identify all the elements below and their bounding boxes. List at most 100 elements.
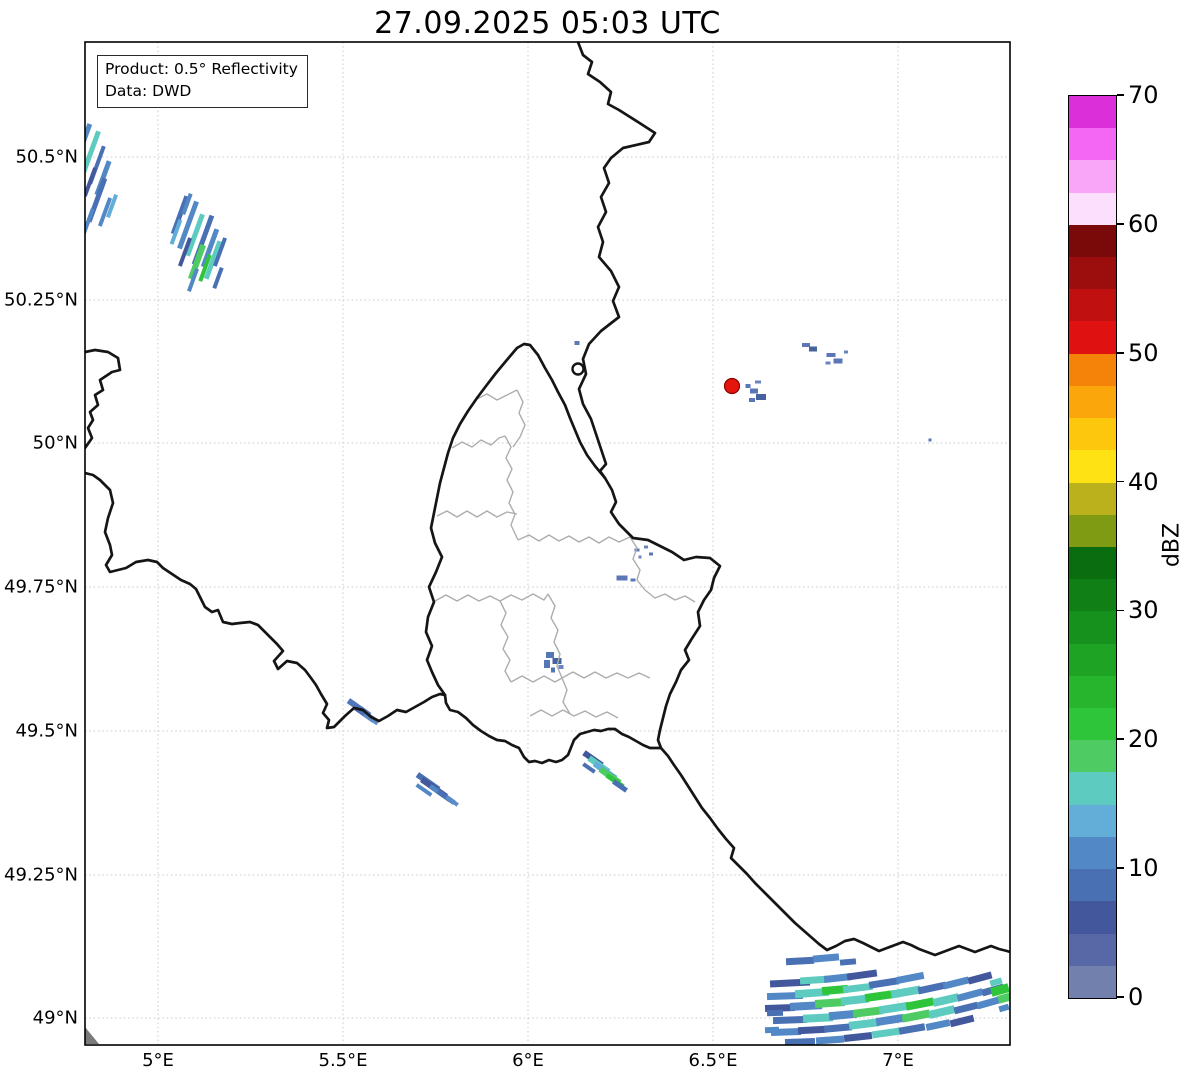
border-belgium-germany [578,42,655,478]
colorbar-segment [1069,321,1116,353]
radar-echo [954,1002,979,1015]
colorbar-segment [1069,418,1116,450]
colorbar [1068,95,1117,999]
radar-echo [827,353,836,357]
radar-echo [896,972,925,984]
radar-echo [803,1013,833,1023]
colorbar-tick-mark [1117,738,1124,740]
y-tick-label: 49.5°N [0,721,78,742]
radar-figure: { "title": "27.09.2025 05:03 UTC", "info… [0,0,1202,1081]
radar-echo [853,1006,884,1018]
radar-echo [798,1026,826,1034]
radar-echo [639,556,642,559]
radar-echo [816,1036,844,1045]
colorbar-tick-mark [1117,996,1124,998]
radar-echo [767,1010,783,1017]
colorbar-segment [1069,289,1116,321]
radar-echo [968,972,993,985]
border-luxembourg [426,344,720,763]
colorbar-segment [1069,386,1116,418]
radar-echo [957,988,984,1001]
radar-echo [765,1027,779,1033]
radar-echo [575,341,580,345]
colorbar-segment [1069,934,1116,966]
radar-echo [844,351,848,354]
radar-echo [872,1028,901,1039]
colorbar-segment [1069,772,1116,804]
radar-echo [749,398,755,402]
radar-echo [876,1014,905,1026]
radar-echo [544,660,550,668]
radar-echo [843,983,874,994]
colorbar-segment [1069,708,1116,740]
colorbar-tick-label: 50 [1128,339,1159,367]
radar-echo [212,267,223,289]
radar-echo [815,998,845,1008]
colorbar-segment [1069,901,1116,933]
x-tick-label: 6.5°E [689,1050,738,1071]
radar-echo [802,343,810,347]
radar-echo [755,381,761,384]
radar-echo-layer [76,123,1013,1046]
radar-echo [918,982,947,995]
radar-echo [553,658,562,664]
colorbar-tick-mark [1117,610,1124,612]
colorbar-segment [1069,579,1116,611]
border-france-belgium [85,350,120,448]
colorbar-segment [1069,869,1116,901]
y-tick-label: 50°N [0,433,78,454]
radar-echo [879,1002,910,1015]
radar-echo [756,394,766,400]
radar-echo [773,1016,807,1024]
colorbar-unit-label: dBZ [1160,523,1185,567]
colorbar-tick-label: 70 [1128,81,1159,109]
radar-echo [746,384,751,388]
country-borders [85,42,1010,955]
border-enclave-loop [573,364,584,375]
product-info-box: Product: 0.5° Reflectivity Data: DWD [97,55,308,108]
colorbar-tick-label: 10 [1128,854,1159,882]
radar-echo [840,958,856,965]
colorbar-segment [1069,225,1116,257]
colorbar-tick-mark [1117,352,1124,354]
y-tick-label: 49.75°N [0,577,78,598]
y-tick-label: 49.25°N [0,865,78,886]
colorbar-segment [1069,483,1116,515]
radar-echo [869,977,900,989]
radar-echo [546,652,554,658]
colorbar-segment [1069,128,1116,160]
radar-echo [551,668,555,673]
figure-title: 27.09.2025 05:03 UTC [85,6,1010,41]
radar-echo [809,347,817,352]
colorbar-segment [1069,257,1116,289]
radar-echo [998,1004,1009,1013]
colorbar-segment [1069,644,1116,676]
colorbar-segment [1069,450,1116,482]
colorbar-tick-label: 60 [1128,210,1159,238]
colorbar-segment [1069,837,1116,869]
x-tick-label: 6°E [512,1050,544,1071]
x-tick-label: 5°E [142,1050,174,1071]
product-info-line1: Product: 0.5° Reflectivity [105,58,298,80]
radar-echo [929,439,932,442]
colorbar-segment [1069,966,1116,998]
radar-echo [559,665,564,669]
radar-echo [928,1005,955,1019]
y-tick-label: 50.25°N [0,290,78,311]
product-info-line2: Data: DWD [105,80,298,102]
radar-echo [617,576,628,581]
colorbar-segment [1069,515,1116,547]
radar-echo [943,976,970,989]
radar-echo [826,362,831,365]
radar-echo [901,1009,930,1022]
radar-echo [926,1019,951,1031]
radar-echo [899,1023,926,1034]
y-tick-label: 49°N [0,1008,78,1029]
radar-echo [905,997,934,1010]
y-tick-label: 50.5°N [0,147,78,168]
radar-echo [834,359,843,364]
radar-echo [950,1015,975,1028]
colorbar-tick-mark [1117,867,1124,869]
radar-echo [644,546,648,549]
radar-echo [631,579,636,582]
